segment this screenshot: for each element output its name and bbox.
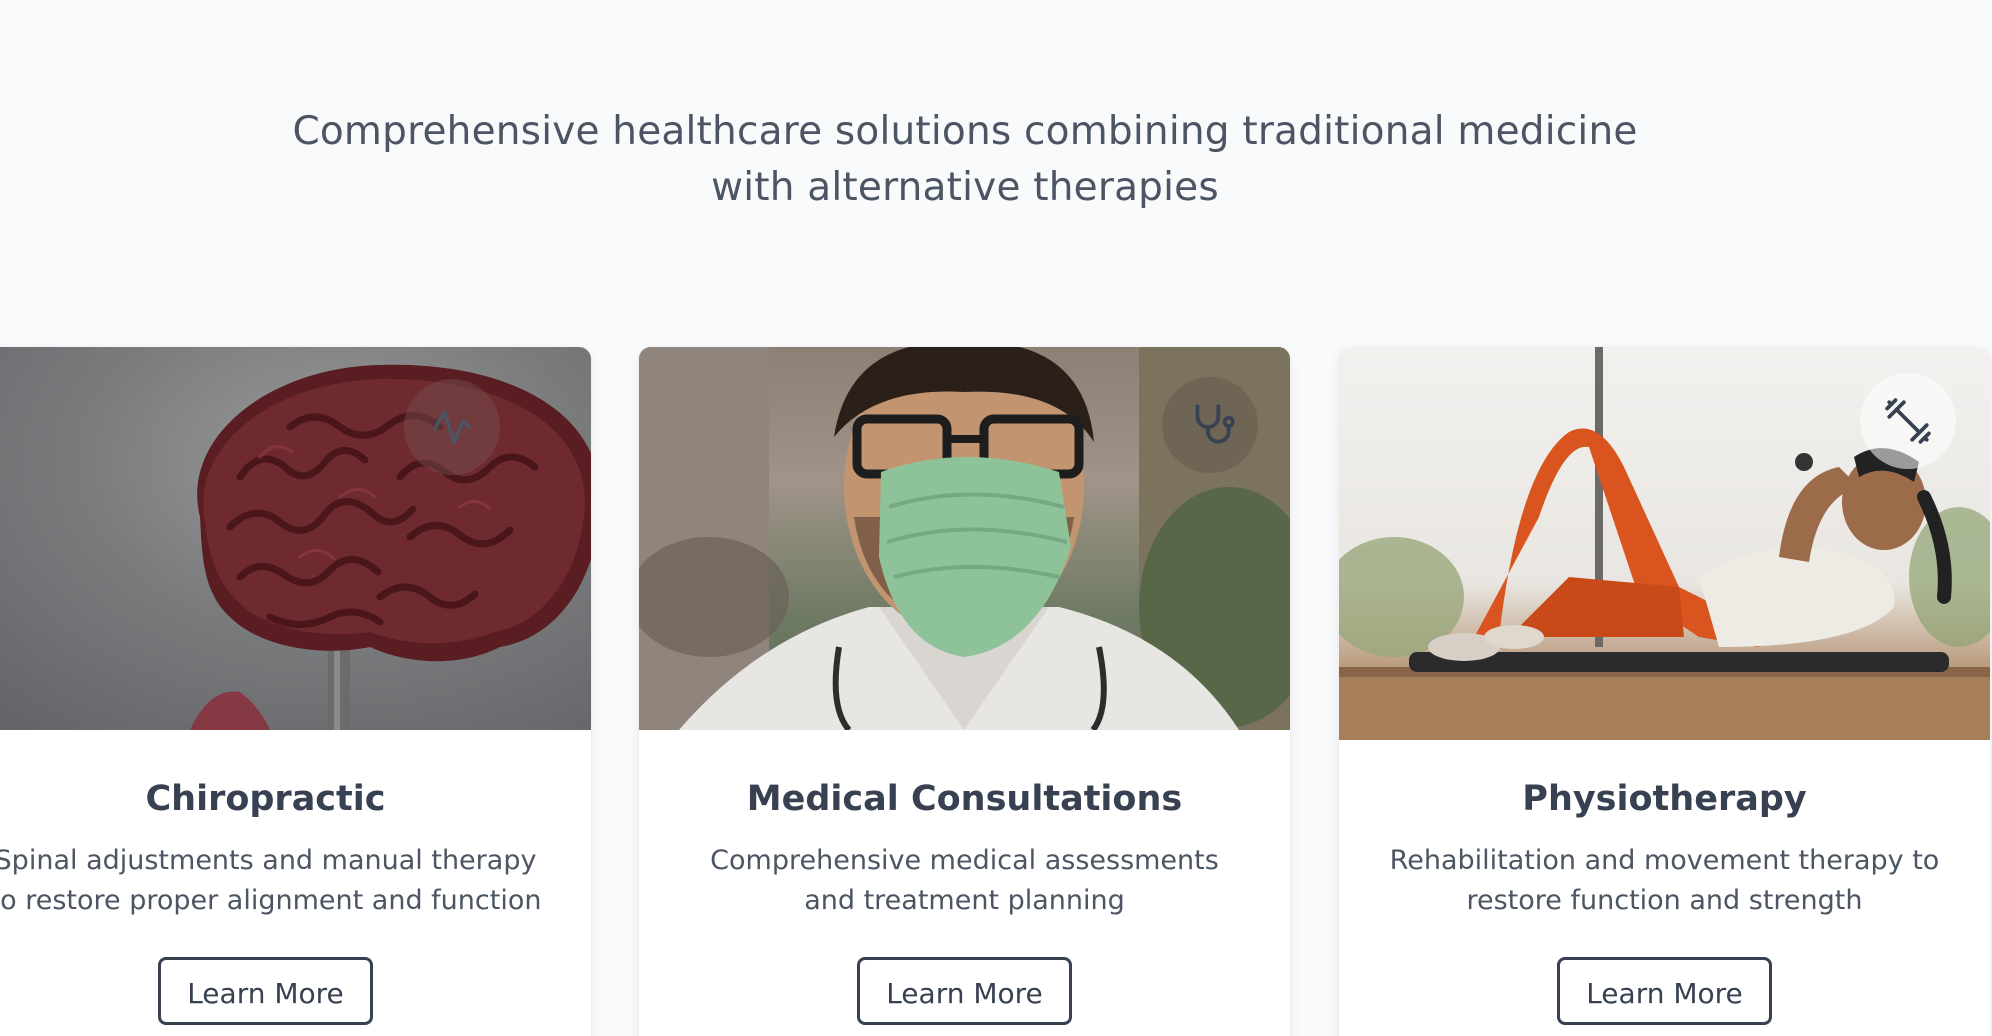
stethoscope-icon	[1162, 377, 1258, 473]
service-body-chiropractic: Chiropractic Spinal adjustments and manu…	[0, 777, 591, 1025]
service-description: Spinal adjustments and manual therapy to…	[0, 845, 542, 916]
service-body-physiotherapy: Physiotherapy Rehabilitation and movemen…	[1339, 777, 1990, 1025]
learn-more-button[interactable]: Learn More	[857, 957, 1072, 1025]
service-title: Physiotherapy	[1522, 779, 1807, 819]
service-image-medical-consultations	[639, 347, 1290, 730]
service-description: Comprehensive medical assessments and tr…	[710, 845, 1219, 916]
services-section: Comprehensive healthcare solutions combi…	[0, 0, 1992, 1036]
service-body-medical-consultations: Medical Consultations Comprehensive medi…	[639, 777, 1290, 1025]
service-title: Medical Consultations	[746, 779, 1183, 819]
service-description: Rehabilitation and movement therapy to r…	[1389, 845, 1940, 916]
brain-illustration	[190, 364, 591, 730]
section-subtitle: Comprehensive healthcare solutions combi…	[292, 109, 1638, 210]
service-image-chiropractic	[0, 347, 591, 730]
service-card-physiotherapy: Physiotherapy Rehabilitation and movemen…	[1339, 347, 1990, 1036]
activity-icon	[404, 379, 500, 475]
service-card-chiropractic: Chiropractic Spinal adjustments and manu…	[0, 347, 591, 1036]
learn-more-button[interactable]: Learn More	[1557, 957, 1772, 1025]
learn-more-button[interactable]: Learn More	[158, 957, 373, 1025]
service-card-medical-consultations: Medical Consultations Comprehensive medi…	[639, 347, 1290, 1036]
dumbbell-icon	[1860, 373, 1956, 469]
service-image-physiotherapy	[1339, 347, 1990, 740]
service-title: Chiropractic	[145, 779, 386, 819]
